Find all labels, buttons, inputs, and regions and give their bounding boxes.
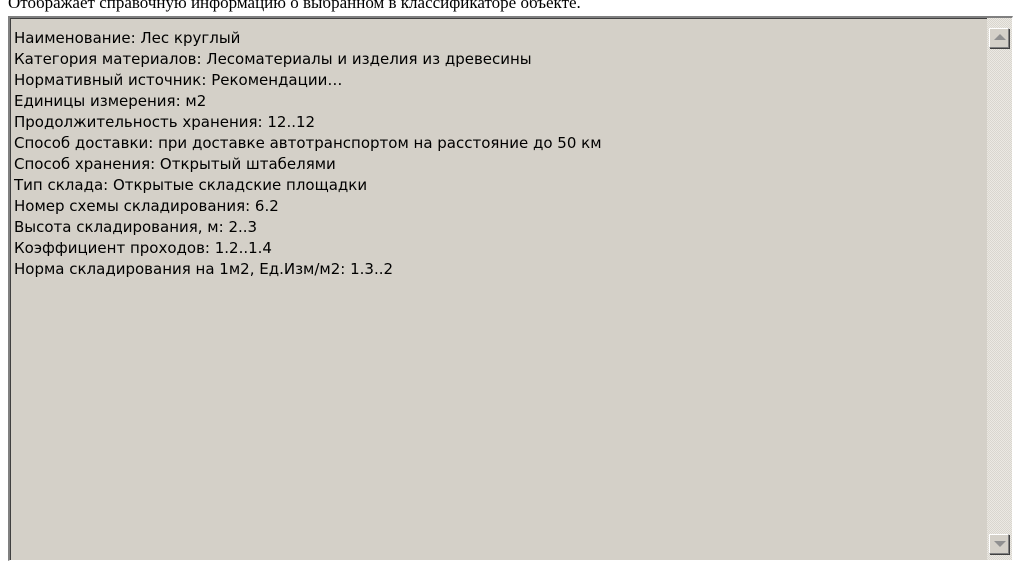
arrow-up-icon xyxy=(994,34,1006,40)
info-line-aisle-coefficient: Коэффициент проходов: 1.2..1.4 xyxy=(14,239,272,257)
info-line-name: Наименование: Лес круглый xyxy=(14,29,241,47)
info-line-storage-norm: Норма складирования на 1м2, Ед.Изм/м2: 1… xyxy=(14,260,394,278)
info-content: Наименование: Лес круглый Категория мате… xyxy=(14,28,982,280)
info-line-storage-duration: Продолжительность хранения: 12..12 xyxy=(14,113,316,131)
info-line-delivery-method: Способ доставки: при доставке автотрансп… xyxy=(14,134,602,152)
info-line-category: Категория материалов: Лесоматериалы и из… xyxy=(14,50,532,68)
info-line-stack-height: Высота складирования, м: 2..3 xyxy=(14,218,258,236)
scroll-up-button[interactable] xyxy=(989,28,1009,48)
info-line-storage-method: Способ хранения: Открытый штабелями xyxy=(14,155,336,173)
vertical-scrollbar[interactable] xyxy=(987,18,1012,560)
info-line-source: Нормативный источник: Рекомендации… xyxy=(14,71,343,89)
caption-text: Отображает справочную информацию о выбра… xyxy=(8,0,581,12)
scroll-down-button[interactable] xyxy=(989,534,1009,554)
info-text-area[interactable]: Наименование: Лес круглый Категория мате… xyxy=(8,16,1013,561)
info-line-warehouse-type: Тип склада: Открытые складские площадки xyxy=(14,176,368,194)
info-line-scheme-number: Номер схемы складирования: 6.2 xyxy=(14,197,279,215)
info-line-units: Единицы измерения: м2 xyxy=(14,92,207,110)
arrow-down-icon xyxy=(994,541,1006,547)
